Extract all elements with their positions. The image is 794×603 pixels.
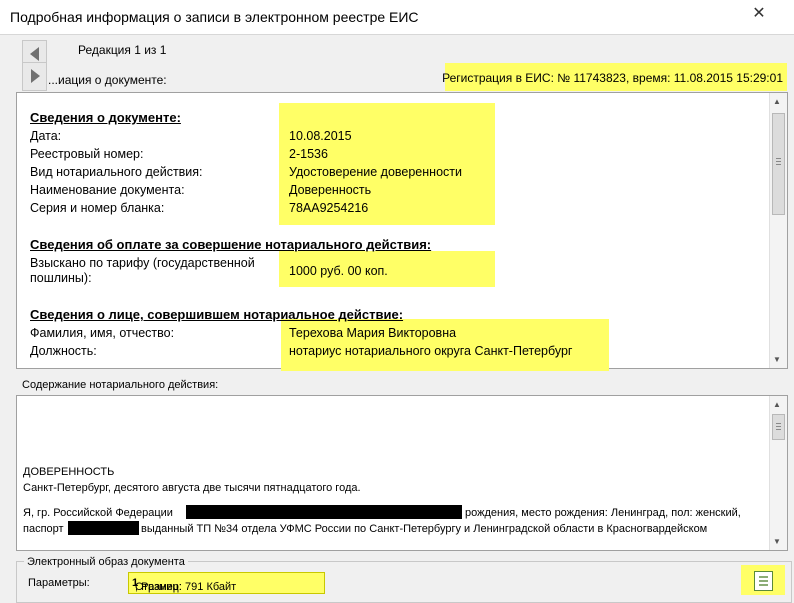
redaction-bar bbox=[186, 505, 462, 519]
payment-label-line1: Взыскано по тарифу (государственной bbox=[30, 256, 255, 270]
document-scrollbar[interactable]: ▲ ▼ bbox=[769, 93, 787, 368]
field-value: 2-1536 bbox=[289, 147, 328, 161]
edition-counter: Редакция 1 из 1 bbox=[78, 43, 167, 57]
section-payment-title: Сведения об оплате за совершение нотариа… bbox=[30, 237, 432, 252]
content-line: паспорт bbox=[23, 523, 64, 535]
document-info-panel: Сведения о документе: Дата: 10.08.2015 Р… bbox=[16, 92, 788, 371]
parameters-value: Страниц: 1, Размер: 791 Кбайт bbox=[132, 577, 237, 593]
scroll-down-icon[interactable]: ▼ bbox=[773, 537, 781, 546]
content-line: выданный ТП №34 отдела УФМС России по Са… bbox=[141, 523, 708, 535]
content-line: Я, гр. Российской Федерации bbox=[23, 507, 173, 519]
parameters-field: Страниц: 1, Размер: 791 Кбайт bbox=[128, 572, 325, 594]
electronic-image-label: Электронный образ документа bbox=[24, 556, 188, 568]
field-label: Дата: bbox=[30, 129, 62, 143]
close-icon: ✕ bbox=[752, 5, 766, 22]
document-icon bbox=[754, 571, 773, 591]
next-edition-button[interactable] bbox=[22, 62, 47, 91]
parameters-label: Параметры: bbox=[28, 577, 90, 589]
content-line: Санкт-Петербург, десятого августа две ты… bbox=[23, 482, 361, 494]
registration-info: Регистрация в ЕИС: № 11743823, время: 11… bbox=[442, 63, 787, 91]
document-info-label: ...иация о документе: bbox=[48, 73, 167, 87]
field-label: Наименование документа: bbox=[30, 183, 185, 197]
section-notary-title: Сведения о лице, совершившем нотариально… bbox=[30, 307, 404, 322]
notary-name: Терехова Мария Викторовна bbox=[289, 326, 457, 340]
scroll-thumb[interactable] bbox=[772, 414, 785, 440]
arrow-left-icon bbox=[29, 47, 39, 61]
scroll-down-icon[interactable]: ▼ bbox=[773, 355, 781, 364]
field-label: Фамилия, имя, отчество: bbox=[30, 326, 175, 340]
payment-label-line2: пошлины): bbox=[30, 271, 92, 285]
redaction-bar bbox=[68, 521, 139, 535]
content-panel: ДОВЕРЕННОСТЬ Санкт-Петербург, десятого а… bbox=[16, 395, 788, 551]
field-value: 78АА9254216 bbox=[289, 201, 369, 215]
scroll-thumb[interactable] bbox=[772, 113, 785, 215]
content-label: Содержание нотариального действия: bbox=[22, 379, 219, 391]
scroll-up-icon[interactable]: ▲ bbox=[773, 400, 781, 409]
field-value: Доверенность bbox=[289, 183, 372, 197]
content-line: рождения, место рождения: Ленинград, пол… bbox=[465, 507, 741, 519]
field-value: Удостоверение доверенности bbox=[289, 165, 462, 179]
field-label: Серия и номер бланка: bbox=[30, 201, 165, 215]
field-label: Вид нотариального действия: bbox=[30, 165, 203, 179]
field-label: Должность: bbox=[30, 344, 97, 358]
arrow-right-icon bbox=[30, 69, 40, 83]
close-button[interactable]: ✕ bbox=[748, 4, 770, 24]
field-value: 10.08.2015 bbox=[289, 129, 352, 143]
registration-text: Регистрация в ЕИС: № 11743823, время: 11… bbox=[442, 71, 783, 85]
scroll-up-icon[interactable]: ▲ bbox=[773, 97, 781, 106]
content-scrollbar[interactable]: ▲ ▼ bbox=[769, 396, 787, 550]
window-title: Подробная информация о записи в электрон… bbox=[10, 9, 419, 25]
notary-position: нотариус нотариального округа Санкт-Пете… bbox=[289, 344, 573, 358]
section-document-title: Сведения о документе: bbox=[30, 110, 181, 125]
open-document-button[interactable] bbox=[741, 565, 785, 595]
payment-value: 1000 руб. 00 коп. bbox=[289, 264, 388, 278]
content-line: ДОВЕРЕННОСТЬ bbox=[23, 466, 115, 478]
field-label: Реестровый номер: bbox=[30, 147, 144, 161]
